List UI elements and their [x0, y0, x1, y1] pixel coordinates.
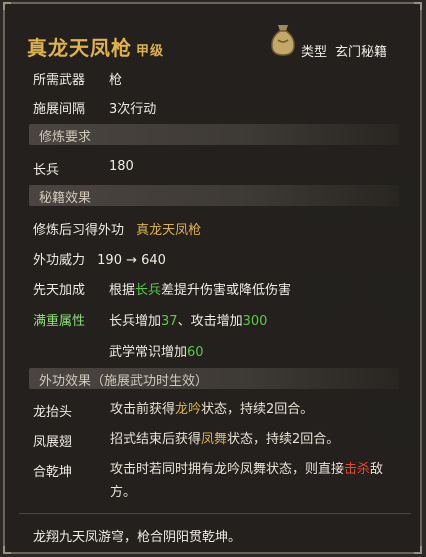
power-label: 外功威力 — [33, 253, 86, 268]
requirement-stat-label: 长兵 — [33, 163, 60, 178]
skill-text: 攻击时若同时拥有龙吟凤舞状态，则直接 — [110, 462, 345, 477]
interval-value: 3次行动 — [109, 102, 157, 117]
full-text: 长兵增加 — [109, 314, 162, 329]
full-number: 60 — [187, 345, 204, 360]
weapon-value: 枪 — [109, 73, 123, 88]
interval-label: 施展间隔 — [33, 102, 86, 117]
innate-value: 根据长兵差提升伤害或降低伤害 — [109, 279, 291, 298]
section-requirements: 修炼要求 — [29, 124, 399, 145]
innate-label: 先天加成 — [33, 283, 86, 298]
skill-row: 凤展翅 — [33, 431, 72, 450]
skill-description: 招式结束后获得凤舞状态，持续2回合。 — [110, 428, 405, 451]
scroll-bag-icon — [271, 25, 295, 56]
section-effects-title: 秘籍效果 — [39, 191, 92, 206]
item-type: 类型 玄门秘籍 — [301, 41, 387, 60]
innate-prefix: 根据 — [109, 283, 136, 298]
skill-keyword: 龙吟 — [175, 402, 202, 417]
skill-description: 攻击时若同时拥有龙吟凤舞状态，则直接击杀敌方。 — [110, 458, 405, 504]
weapon-row: 所需武器 枪 — [33, 69, 122, 88]
power-row: 外功威力 190 → 640 — [33, 249, 166, 268]
full-line-2: 武学常识增加60 — [109, 341, 204, 360]
skill-keyword: 凤舞 — [201, 432, 228, 447]
frame-corner — [3, 546, 11, 554]
skill-keyword: 击杀 — [344, 462, 371, 477]
section-external: 外功效果（施展武功时生效） — [29, 368, 399, 389]
skill-description: 攻击前获得龙吟状态，持续2回合。 — [110, 398, 405, 421]
skill-name: 合乾坤 — [33, 465, 73, 480]
full-text: 、攻击增加 — [177, 314, 243, 329]
requirement-row: 长兵 180 — [33, 159, 134, 178]
skill-name: 龙抬头 — [33, 405, 73, 420]
item-grade: 甲级 — [136, 44, 165, 59]
learn-value: 真龙天凤枪 — [136, 223, 202, 238]
weapon-label: 所需武器 — [33, 73, 86, 88]
type-label: 类型 — [301, 45, 328, 60]
skill-text: 攻击前获得 — [110, 402, 176, 417]
learn-row: 修炼后习得外功 真龙天凤枪 — [33, 219, 201, 238]
full-label: 满重属性 — [33, 314, 86, 329]
skill-name: 凤展翅 — [33, 435, 73, 450]
full-line-1: 长兵增加37、攻击增加300 — [109, 310, 267, 329]
item-title: 真龙天凤枪 甲级 — [27, 32, 164, 61]
skill-text: 招式结束后获得 — [110, 432, 202, 447]
full-number: 37 — [161, 314, 178, 329]
requirement-stat-value: 180 — [109, 159, 134, 174]
item-name: 真龙天凤枪 — [27, 36, 132, 60]
power-value: 190 → 640 — [97, 253, 166, 268]
divider — [19, 513, 411, 514]
type-value: 玄门秘籍 — [335, 45, 388, 60]
innate-suffix: 差提升伤害或降低伤害 — [161, 283, 292, 298]
full-row: 满重属性 长兵增加37、攻击增加300 — [33, 310, 267, 329]
interval-row: 施展间隔 3次行动 — [33, 98, 156, 117]
skill-text: 状态，持续2回合。 — [227, 432, 340, 447]
learn-label: 修炼后习得外功 — [33, 223, 125, 238]
full-text: 武学常识增加 — [109, 345, 188, 360]
frame-corner — [414, 546, 422, 554]
skill-text: 状态，持续2回合。 — [201, 402, 314, 417]
item-tooltip: 真龙天凤枪 甲级 类型 玄门秘籍 所需武器 枪 施展间隔 3次行动 修炼要求 长兵 … — [3, 2, 422, 554]
full-number: 300 — [242, 314, 268, 329]
section-effects: 秘籍效果 — [29, 185, 399, 206]
section-external-title: 外功效果（施展武功时生效） — [39, 374, 209, 389]
innate-row: 先天加成 根据长兵差提升伤害或降低伤害 — [33, 279, 291, 298]
frame-corner — [414, 2, 422, 10]
skill-row: 龙抬头 — [33, 401, 72, 420]
innate-stat: 长兵 — [135, 283, 162, 298]
flavor-text: 龙翔九天凤游穹，枪合阴阳贯乾坤。 — [33, 530, 242, 545]
frame-corner — [3, 2, 11, 10]
skill-row: 合乾坤 — [33, 461, 72, 480]
section-requirements-title: 修炼要求 — [39, 130, 92, 145]
